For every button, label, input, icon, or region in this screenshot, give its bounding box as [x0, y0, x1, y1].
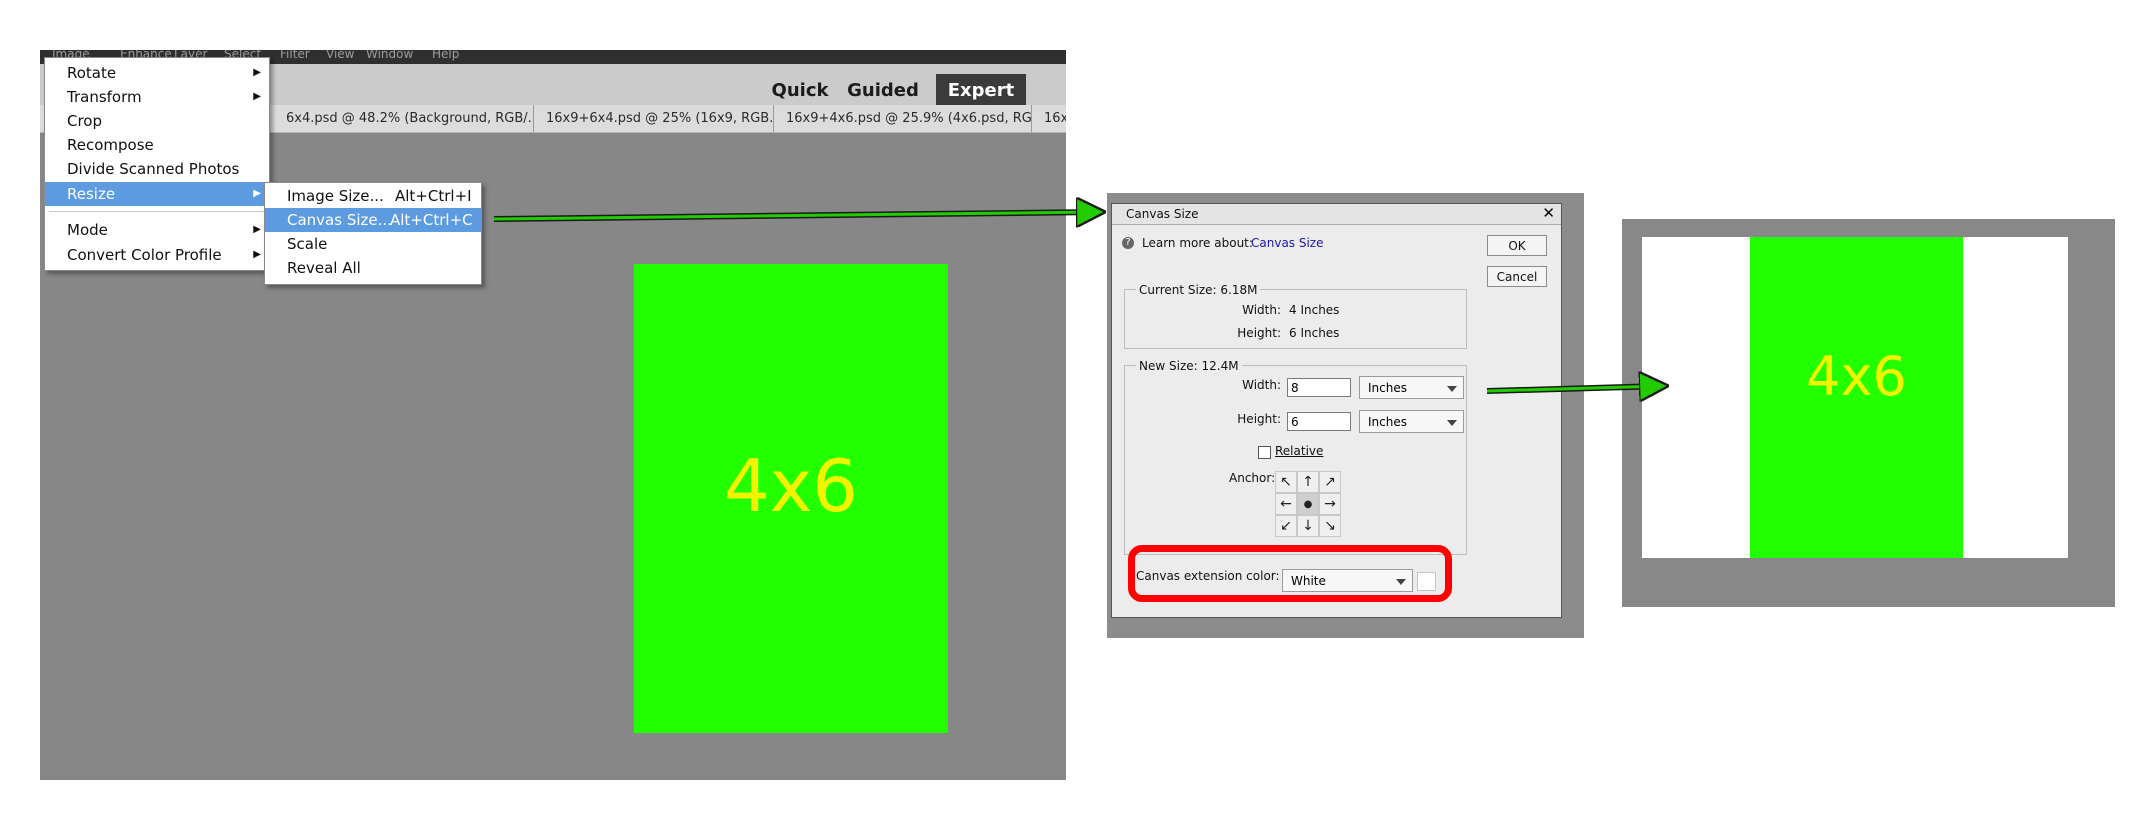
annotation-arrows	[493, 0, 2149, 819]
